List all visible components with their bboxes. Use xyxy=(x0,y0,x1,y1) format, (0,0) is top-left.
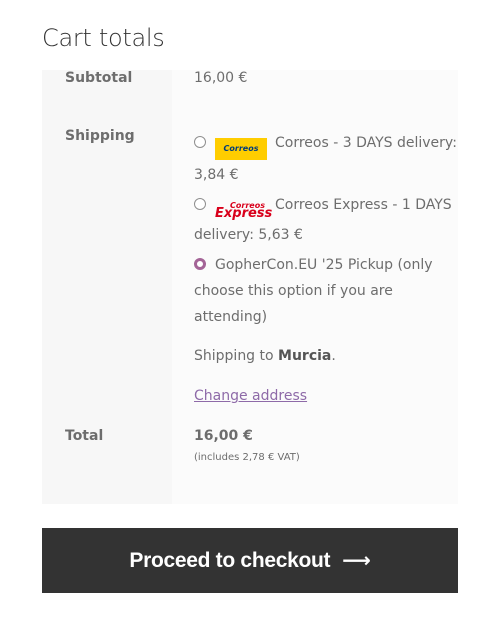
total-label: Total xyxy=(42,428,172,504)
subtotal-row: Subtotal 16,00 € xyxy=(42,70,458,128)
shipping-option-correos-express[interactable]: Correos Express Correos Express - 1 DAYS d… xyxy=(194,190,458,250)
arrow-right-icon: ⟶ xyxy=(342,550,371,572)
total-cell: 16,00 € (includes 2,78 € VAT) xyxy=(172,428,458,504)
cart-totals-title: Cart totals xyxy=(42,24,165,52)
correos-express-logo: Correos Express xyxy=(215,201,273,221)
shipping-to-place: Murcia xyxy=(278,348,332,364)
proceed-to-checkout-button[interactable]: Proceed to checkout ⟶ xyxy=(42,528,458,593)
radio-correos[interactable] xyxy=(194,136,206,148)
shipping-destination: Shipping to Murcia. xyxy=(194,348,336,364)
shipping-label: Shipping xyxy=(42,128,172,428)
shipping-to-prefix: Shipping to xyxy=(194,348,274,364)
subtotal-value: 16,00 € xyxy=(172,70,458,128)
subtotal-label: Subtotal xyxy=(42,70,172,128)
radio-correos-express[interactable] xyxy=(194,198,206,210)
cart-totals-panel: Cart totals Subtotal 16,00 € Shipping Co… xyxy=(0,0,493,617)
vat-note: (includes 2,78 € VAT) xyxy=(194,452,300,463)
total-row: Total 16,00 € (includes 2,78 € VAT) xyxy=(42,428,458,504)
total-value: 16,00 € xyxy=(194,428,253,444)
shipping-row: Shipping Correos Correos - 3 DAYS deliver… xyxy=(42,128,458,428)
shipping-option-correos[interactable]: Correos Correos - 3 DAYS delivery: 3,84 € xyxy=(194,128,458,190)
shipping-option-pickup-label: GopherCon.EU '25 Pickup (only choose thi… xyxy=(194,257,433,325)
radio-pickup-selected[interactable] xyxy=(194,258,206,270)
checkout-label: Proceed to checkout xyxy=(129,548,331,572)
shipping-options: Correos Correos - 3 DAYS delivery: 3,84 €… xyxy=(172,128,458,428)
correos-logo: Correos xyxy=(215,138,267,160)
change-address-link[interactable]: Change address xyxy=(194,388,307,404)
shipping-option-pickup[interactable]: GopherCon.EU '25 Pickup (only choose thi… xyxy=(194,252,458,330)
totals-table: Subtotal 16,00 € Shipping Correos Correos… xyxy=(42,70,458,504)
